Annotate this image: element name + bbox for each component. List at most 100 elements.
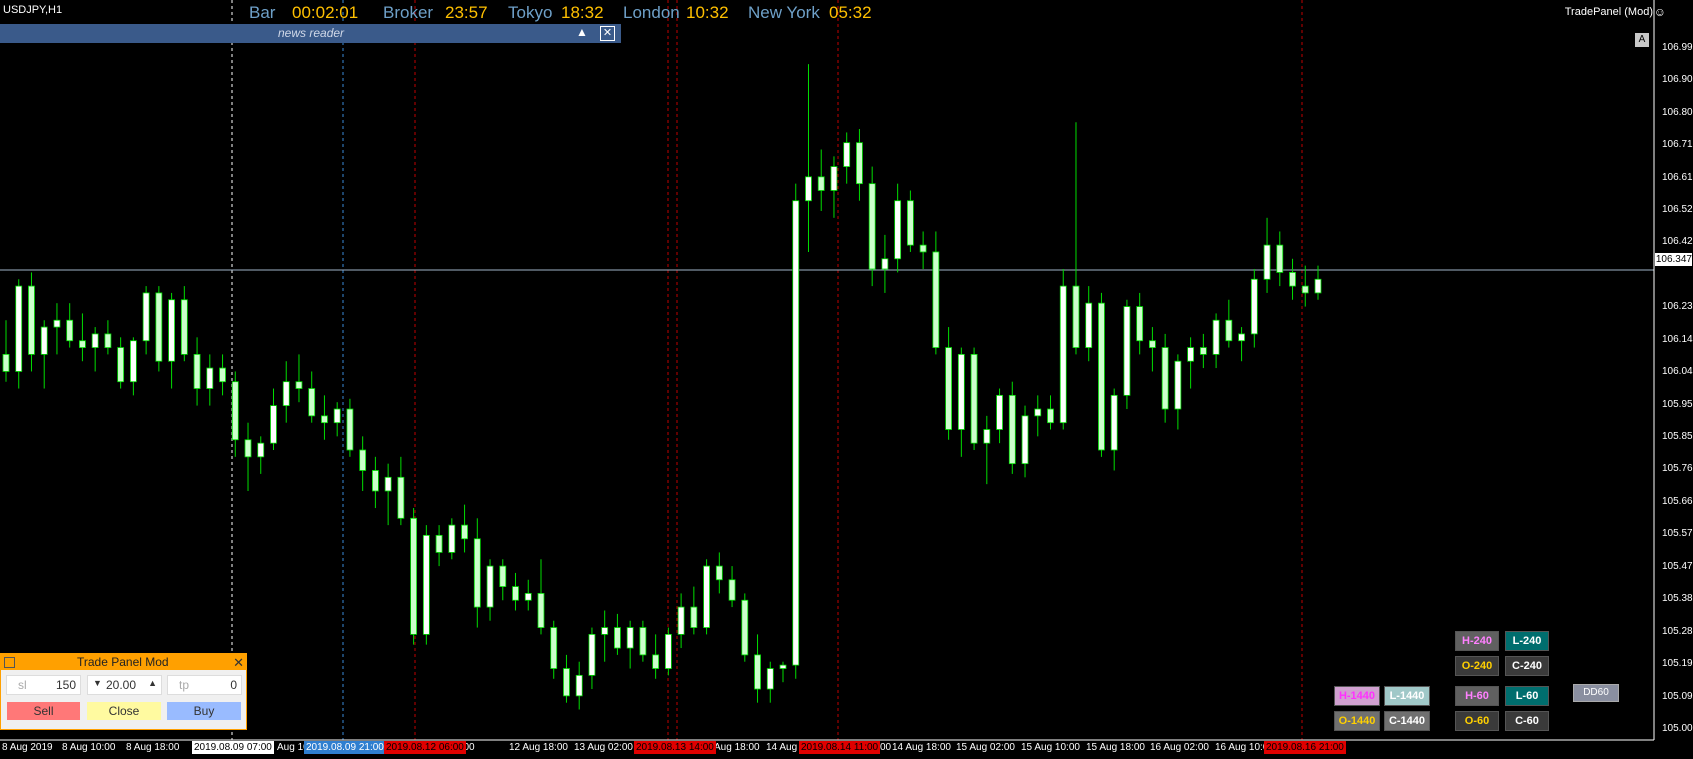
price-tick-label: 106.140 <box>1662 333 1693 345</box>
candle <box>244 422 252 491</box>
candle <box>1136 292 1144 355</box>
candle <box>1174 354 1182 430</box>
candle <box>856 129 863 201</box>
time-tick-label: 16 Aug 02:00 <box>1150 742 1209 753</box>
o240-button[interactable]: O-240 <box>1455 656 1499 676</box>
candle <box>792 183 800 679</box>
price-tick-label: 106.805 <box>1662 106 1693 118</box>
candle <box>703 559 710 635</box>
dd60-button[interactable]: DD60 <box>1573 684 1619 702</box>
c1440-button[interactable]: C-1440 <box>1384 711 1430 731</box>
time-tick-label: 15 Aug 10:00 <box>1021 742 1080 753</box>
buy-button[interactable]: Buy <box>167 702 241 720</box>
candle <box>524 579 532 611</box>
time-tick-label: 00 <box>880 742 892 753</box>
price-chart[interactable] <box>0 0 1693 759</box>
lot-value: 20.00 <box>106 678 137 692</box>
candle <box>1008 381 1016 474</box>
time-tick-label: 14 Aug 18:00 <box>892 742 951 753</box>
tp-value: 0 <box>230 678 237 692</box>
price-tick-label: 105.855 <box>1662 431 1693 443</box>
candle <box>957 347 965 457</box>
l240-button[interactable]: L-240 <box>1505 631 1549 651</box>
time-marker-label: 2019.08.13 14:00 <box>634 741 716 754</box>
o1440-button[interactable]: O-1440 <box>1334 711 1380 731</box>
candle <box>91 327 99 372</box>
tp-placeholder: tp <box>179 678 190 692</box>
time-tick-label: 15 Aug 02:00 <box>956 742 1015 753</box>
candle <box>614 613 621 655</box>
chevron-down-icon[interactable]: ▼ <box>93 678 102 688</box>
l1440-button[interactable]: L-1440 <box>1384 686 1430 706</box>
candle <box>473 518 481 628</box>
candle <box>359 436 367 491</box>
smiley-icon: ☺ <box>1653 5 1666 19</box>
l60-button[interactable]: L-60 <box>1505 686 1549 706</box>
h60-button[interactable]: H-60 <box>1455 686 1499 706</box>
time-tick-label: 8 Aug 2019 <box>2 742 53 753</box>
close-icon[interactable]: ✕ <box>600 26 615 41</box>
lot-stepper[interactable]: ▼ 20.00 ▲ <box>87 675 162 695</box>
candle <box>741 593 749 662</box>
candle <box>231 371 239 457</box>
chevron-up-icon[interactable]: ▲ <box>148 678 157 688</box>
h1440-button[interactable]: H-1440 <box>1334 686 1380 706</box>
candle <box>1110 388 1118 471</box>
candle <box>206 354 214 406</box>
h240-button[interactable]: H-240 <box>1455 631 1499 651</box>
candle <box>486 559 494 621</box>
c60-button[interactable]: C-60 <box>1505 711 1549 731</box>
trade-panel-header[interactable]: Trade Panel Mod ✕ <box>1 654 246 670</box>
candle <box>308 371 316 423</box>
indicator-title: TradePanel (Mod) <box>1564 6 1653 18</box>
time-tick-label: 15 Aug 18:00 <box>1086 742 1145 753</box>
sell-button[interactable]: Sell <box>7 702 80 720</box>
candle <box>397 456 405 526</box>
candle <box>1314 265 1322 300</box>
time-marker-label: 2019.08.12 06:00 <box>384 741 466 754</box>
candle <box>66 303 74 348</box>
candle <box>79 313 86 362</box>
candle <box>728 566 736 608</box>
price-tick-label: 106.710 <box>1662 139 1693 151</box>
candle <box>996 388 1003 444</box>
candle <box>588 627 596 690</box>
autoscroll-button[interactable]: A <box>1635 33 1649 47</box>
candle <box>1238 327 1245 362</box>
candle <box>257 436 265 474</box>
candle <box>1149 327 1156 372</box>
close-position-button[interactable]: Close <box>87 702 161 720</box>
news-reader-bar[interactable]: news reader ▲ ✕ <box>0 24 621 43</box>
candle <box>983 415 991 485</box>
candle <box>881 234 889 293</box>
time-tick-label: 12 Aug 18:00 <box>509 742 568 753</box>
candle <box>550 620 558 679</box>
candle <box>677 593 685 649</box>
sl-input[interactable]: sl 150 <box>6 675 81 695</box>
time-tick-label: 8 Aug 10:00 <box>62 742 116 753</box>
candle <box>945 327 953 440</box>
time-marker-label: 2019.08.16 21:00 <box>1264 741 1346 754</box>
time-tick-label: Aug 18:00 <box>714 742 760 753</box>
candle <box>371 456 379 509</box>
price-tick-label: 106.900 <box>1662 74 1693 86</box>
candle <box>219 354 226 396</box>
candle <box>1250 269 1258 348</box>
candle <box>1301 265 1309 307</box>
c240-button[interactable]: C-240 <box>1505 656 1549 676</box>
tp-input[interactable]: tp 0 <box>167 675 242 695</box>
collapse-icon[interactable]: ▲ <box>576 25 588 39</box>
candle <box>766 661 774 703</box>
time-marker-label: 2019.08.09 07:00 <box>192 741 274 754</box>
candle <box>1276 231 1284 287</box>
candle <box>499 559 507 601</box>
candle <box>168 292 175 389</box>
candle <box>512 572 519 611</box>
close-icon[interactable]: ✕ <box>233 655 244 671</box>
candle <box>754 634 761 703</box>
time-marker-label: 2019.08.09 21:00 <box>304 741 386 754</box>
o60-button[interactable]: O-60 <box>1455 711 1499 731</box>
candle <box>28 272 35 372</box>
bar-label: Bar <box>249 3 276 22</box>
minimize-icon[interactable] <box>4 657 15 668</box>
